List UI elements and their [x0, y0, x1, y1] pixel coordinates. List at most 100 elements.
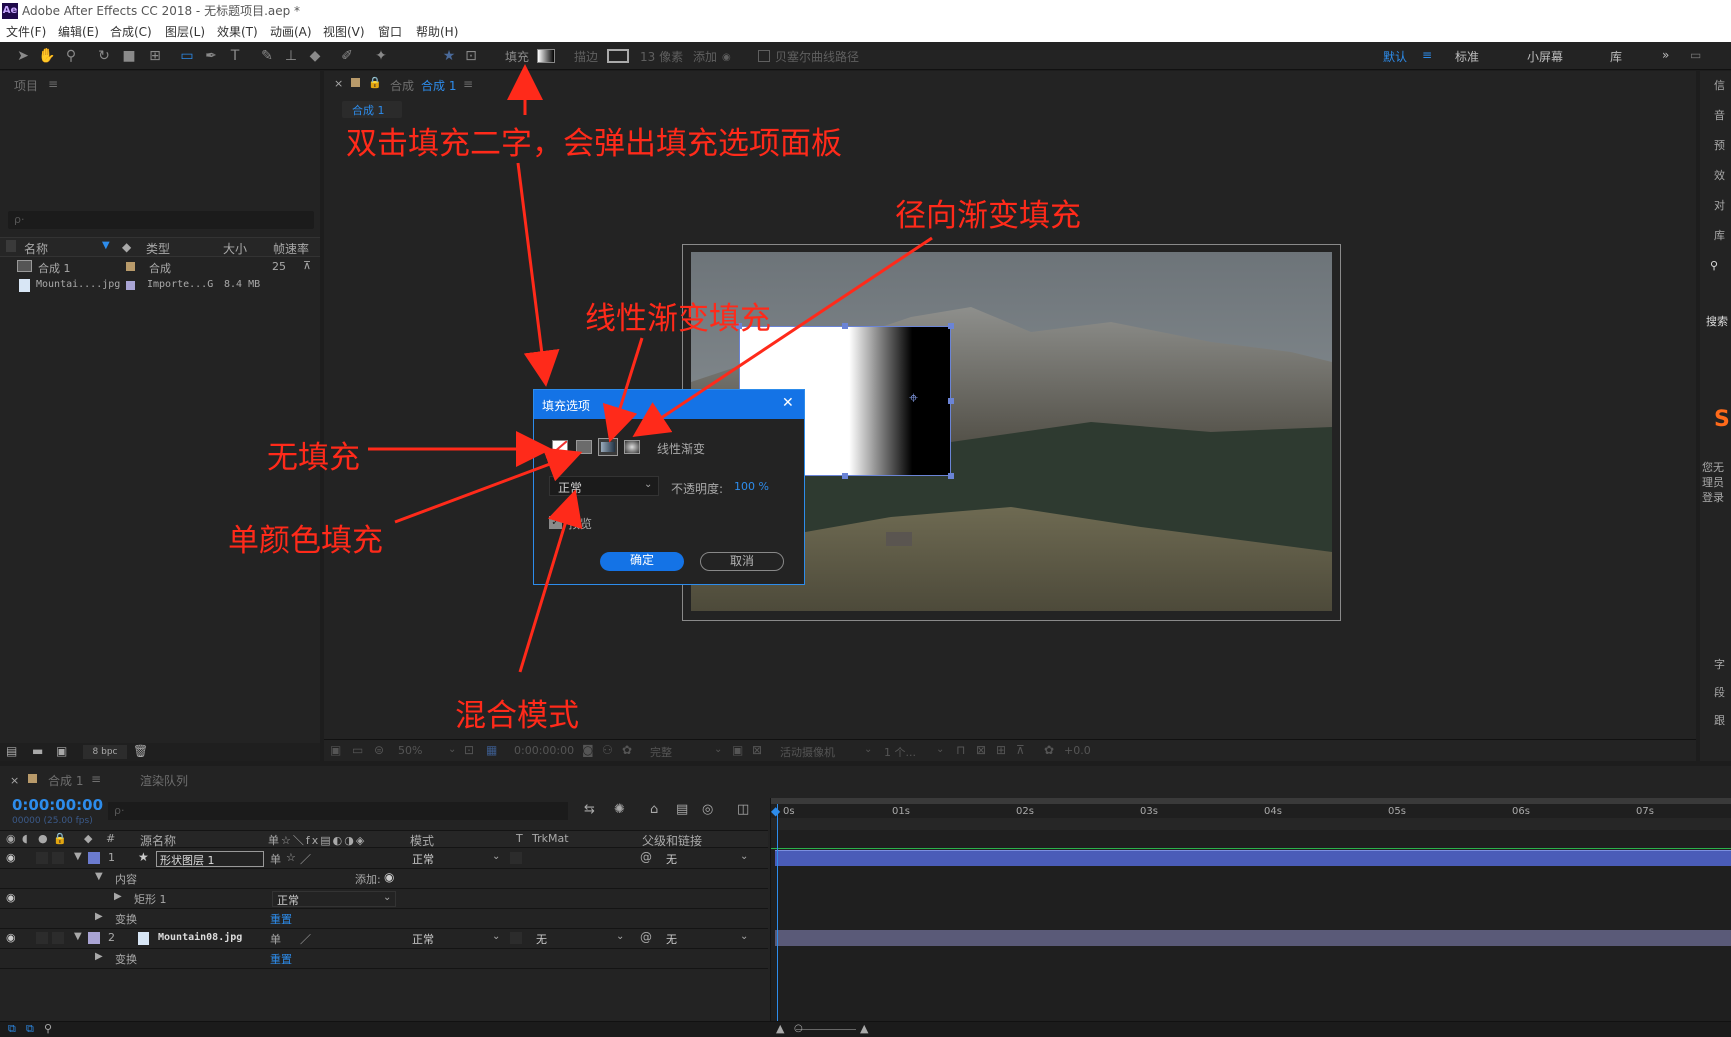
lock-icon[interactable]: 🔒: [53, 832, 67, 845]
work-area-line: [771, 848, 1731, 849]
chevron-down-icon: ⌄: [383, 892, 392, 903]
layer-name[interactable]: Mountain08.jpg: [158, 932, 242, 943]
visibility-eye-icon[interactable]: ◉: [6, 931, 16, 944]
parent-dropdown[interactable]: 无 ⌄: [662, 851, 752, 867]
label-color[interactable]: [88, 852, 100, 864]
zoom-in-icon[interactable]: ▲: [860, 1022, 868, 1035]
panel-menu-icon[interactable]: ≡: [91, 772, 101, 786]
expand-arrow-icon[interactable]: ▶: [95, 911, 103, 922]
render-queue-tab[interactable]: 渲染队列: [140, 772, 188, 789]
ruler-01s: 01s: [892, 806, 910, 817]
rectangle-row[interactable]: ◉ ▶ 矩形 1 正常 ⌄: [0, 890, 768, 908]
zoom-slider[interactable]: [796, 1029, 856, 1030]
work-area-bar[interactable]: [771, 798, 1731, 804]
timeline-panel: × 合成 1 ≡ 渲染队列 0:00:00:00 00000 (25.00 fp…: [0, 766, 1731, 1037]
parent-dropdown[interactable]: 无 ⌄: [662, 931, 752, 947]
playhead-icon[interactable]: ◆: [771, 804, 780, 818]
draft-3d-icon[interactable]: ✺: [614, 802, 625, 817]
ruler-04s: 04s: [1264, 806, 1282, 817]
quality-switch-icon[interactable]: ／: [300, 851, 311, 867]
zoom-slider-thumb[interactable]: ○: [794, 1023, 803, 1034]
graph-editor-icon[interactable]: ◫: [737, 802, 749, 817]
eye-icon[interactable]: ◉: [6, 832, 16, 845]
rect-mode-dropdown[interactable]: 正常 ⌄: [272, 891, 396, 907]
annotation-linear-gradient: 线性渐变填充: [585, 301, 771, 337]
chevron-down-icon: ⌄: [492, 851, 501, 862]
ruler-0s: 0s: [783, 806, 795, 817]
render-time-icon[interactable]: ⚲: [44, 1022, 52, 1035]
layer-mode-dropdown[interactable]: 正常 ⌄: [408, 931, 504, 947]
audio-toggle[interactable]: [36, 932, 48, 944]
pick-whip-icon[interactable]: @: [640, 930, 652, 944]
layer-switches-icon[interactable]: ⧉: [8, 1022, 16, 1036]
shy-layers-icon[interactable]: ⌂: [650, 802, 658, 817]
chevron-down-icon: ⌄: [740, 851, 749, 862]
ruler-03s: 03s: [1140, 806, 1158, 817]
comp-mini-flowchart-icon[interactable]: ⇆: [584, 802, 595, 817]
expand-arrow-icon[interactable]: ▼: [74, 931, 82, 942]
column-mode[interactable]: 模式: [410, 832, 434, 849]
column-t: T: [516, 832, 523, 845]
ruler-07s: 07s: [1636, 806, 1654, 817]
column-source-name[interactable]: 源名称: [140, 832, 176, 849]
column-trkmat[interactable]: TrkMat: [532, 832, 569, 845]
transform-row-2[interactable]: ▶ 变换 重置: [0, 950, 768, 968]
add-arrow-icon[interactable]: ◉: [384, 870, 394, 884]
layer-2-bar[interactable]: [775, 930, 1731, 946]
layer-row-1[interactable]: ◉ ▼ 1 ★ 形状图层 1 单 ☆ ／ 正常 ⌄ @ 无 ⌄: [0, 850, 768, 868]
expand-arrow-icon[interactable]: ▶: [114, 891, 122, 902]
expand-arrow-icon[interactable]: ▼: [74, 851, 82, 862]
zoom-out-icon[interactable]: ▲: [776, 1022, 784, 1035]
preserve-transparency-toggle[interactable]: [510, 932, 522, 944]
ruler-05s: 05s: [1388, 806, 1406, 817]
solo-icon[interactable]: ●: [38, 832, 48, 845]
transfer-controls-icon[interactable]: ⧉: [26, 1022, 34, 1036]
current-time[interactable]: 0:00:00:00: [12, 796, 103, 814]
transform-row-1[interactable]: ▶ 变换 重置: [0, 910, 768, 928]
rectangle-label: 矩形 1: [134, 893, 167, 906]
timeline-footer: ⧉ ⧉ ⚲ ▲ ○ ▲: [0, 1021, 1731, 1037]
close-tab-icon[interactable]: ×: [10, 774, 19, 787]
comp-color-icon: [28, 774, 37, 783]
label-tag-icon[interactable]: ◆: [84, 832, 92, 845]
layer-name-field[interactable]: 形状图层 1: [156, 851, 264, 867]
search-icon: ρ·: [114, 804, 125, 817]
audio-toggle[interactable]: [36, 852, 48, 864]
ruler-02s: 02s: [1016, 806, 1034, 817]
layer-1-bar[interactable]: [775, 850, 1731, 866]
reset-link[interactable]: 重置: [270, 951, 292, 967]
motion-blur-icon[interactable]: ◎: [702, 802, 713, 817]
add-label: 添加:: [355, 873, 381, 886]
frame-blending-icon[interactable]: ▤: [676, 802, 688, 817]
pick-whip-icon[interactable]: @: [640, 850, 652, 864]
audio-icon[interactable]: ◖: [22, 832, 28, 845]
preserve-transparency-toggle[interactable]: [510, 852, 522, 864]
switches-icons[interactable]: 单☆＼fx▤◐◑◈: [268, 832, 366, 848]
trkmat-dropdown[interactable]: 无 ⌄: [532, 931, 628, 947]
column-parent[interactable]: 父级和链接: [642, 832, 702, 849]
layer-mode-dropdown[interactable]: 正常 ⌄: [408, 851, 504, 867]
annotation-double-click-fill: 双击填充二字，会弹出填充选项面板: [346, 126, 842, 162]
layer-number: 2: [108, 931, 115, 944]
annotation-radial-gradient: 径向渐变填充: [895, 198, 1081, 234]
chevron-down-icon: ⌄: [740, 931, 749, 942]
solo-toggle[interactable]: [52, 852, 64, 864]
shy-switch-icon[interactable]: 单: [270, 851, 281, 867]
visibility-eye-icon[interactable]: ◉: [6, 891, 16, 904]
chevron-down-icon: ⌄: [492, 931, 501, 942]
ruler-06s: 06s: [1512, 806, 1530, 817]
visibility-eye-icon[interactable]: ◉: [6, 851, 16, 864]
shy-switch-icon[interactable]: 单: [270, 931, 281, 947]
solo-toggle[interactable]: [52, 932, 64, 944]
quality-switch-icon[interactable]: ／: [300, 931, 311, 947]
expand-arrow-icon[interactable]: ▶: [95, 951, 103, 962]
expand-arrow-icon[interactable]: ▼: [95, 871, 103, 882]
reset-link[interactable]: 重置: [270, 911, 292, 927]
playhead-line[interactable]: [777, 804, 778, 1037]
timeline-tracks[interactable]: 0s 01s 02s 03s 04s 05s 06s 07s ◆: [770, 798, 1731, 1037]
layer-row-2[interactable]: ◉ ▼ 2 Mountain08.jpg 单 ／ 正常 ⌄ 无 ⌄ @ 无 ⌄: [0, 930, 768, 948]
collapse-switch-icon[interactable]: ☆: [286, 851, 296, 864]
label-color[interactable]: [88, 932, 100, 944]
timeline-comp-tab[interactable]: 合成 1: [48, 772, 83, 789]
timeline-search-input[interactable]: ρ·: [108, 802, 568, 820]
